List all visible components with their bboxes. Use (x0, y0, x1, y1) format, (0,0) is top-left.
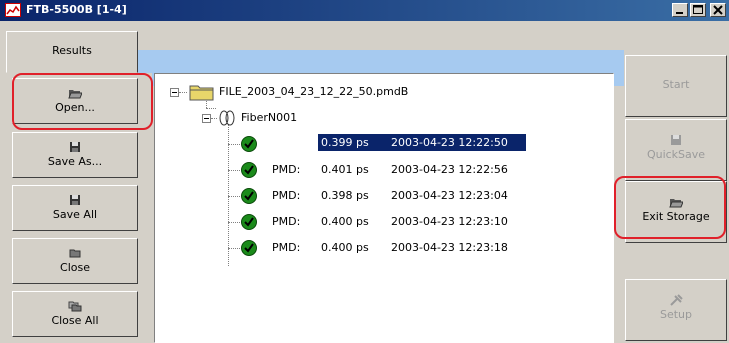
tab-bar: Results (0, 21, 624, 86)
pmd-value: 0.401 ps (321, 163, 369, 176)
save-as-label: Save As... (47, 155, 103, 168)
floppy-icon (13, 141, 137, 153)
collapse-toggle[interactable] (170, 88, 179, 97)
close-button[interactable]: Close (12, 238, 138, 284)
close-label: Close (60, 261, 90, 274)
minimize-button[interactable] (672, 3, 688, 17)
setup-button[interactable]: Setup (625, 279, 727, 341)
pmd-label: PMD: (272, 189, 301, 202)
check-icon (241, 214, 257, 230)
save-all-button[interactable]: Save All (12, 185, 138, 231)
tree-connector (228, 124, 229, 266)
tab-results[interactable]: Results (6, 31, 138, 73)
title-bar: FTB-5500B [1-4] (0, 0, 729, 21)
check-icon (241, 162, 257, 178)
floppy-icon (626, 134, 726, 146)
pmd-date: 2003-04-23 12:22:50 (391, 136, 508, 149)
window-title: FTB-5500B [1-4] (26, 3, 127, 16)
pmd-value: 0.400 ps (321, 241, 369, 254)
tree-connector (228, 196, 240, 197)
pmd-value: 0.398 ps (321, 189, 369, 202)
close-all-button[interactable]: Close All (12, 291, 138, 337)
start-button[interactable]: Start (625, 55, 727, 117)
quicksave-label: QuickSave (646, 148, 706, 161)
pmd-label: PMD: (272, 136, 301, 149)
tree-connector (228, 222, 240, 223)
folder-icon (13, 247, 137, 259)
check-icon (241, 136, 257, 152)
tools-icon (626, 294, 726, 306)
folders-icon (13, 300, 137, 312)
start-label: Start (662, 78, 690, 91)
quicksave-button[interactable]: QuickSave (625, 119, 727, 181)
pmd-date: 2003-04-23 12:23:10 (391, 215, 508, 228)
annotation-highlight-exit-storage (614, 176, 726, 239)
tree-connector (228, 170, 240, 171)
pmd-date: 2003-04-23 12:23:04 (391, 189, 508, 202)
check-icon (241, 240, 257, 256)
results-tree: FILE_2003_04_23_12_22_50.pmdB FiberN001 … (154, 73, 614, 343)
pmd-date: 2003-04-23 12:22:56 (391, 163, 508, 176)
close-window-button[interactable] (710, 3, 726, 17)
collapse-toggle[interactable] (202, 114, 211, 123)
tree-connector (179, 92, 187, 93)
setup-label: Setup (659, 308, 693, 321)
fiber-node-label[interactable]: FiberN001 (241, 111, 297, 124)
pmd-value: 0.399 ps (321, 136, 369, 149)
save-all-label: Save All (52, 208, 98, 221)
annotation-highlight-open (12, 73, 153, 130)
fiber-icon (218, 109, 236, 130)
pmd-label: PMD: (272, 215, 301, 228)
tree-connector (206, 108, 216, 109)
check-icon (241, 188, 257, 204)
maximize-button[interactable] (690, 3, 706, 17)
file-node-label[interactable]: FILE_2003_04_23_12_22_50.pmdB (219, 85, 408, 98)
pmd-label: PMD: (272, 163, 301, 176)
floppy-icon (13, 194, 137, 206)
pmd-value: 0.400 ps (321, 215, 369, 228)
tree-connector (211, 118, 217, 119)
pmd-date: 2003-04-23 12:23:18 (391, 241, 508, 254)
pmd-label: PMD: (272, 241, 301, 254)
save-as-button[interactable]: Save As... (12, 132, 138, 178)
folder-icon (189, 83, 215, 104)
app-icon (5, 3, 21, 17)
close-all-label: Close All (51, 314, 99, 327)
tree-connector (228, 144, 240, 145)
tree-connector (228, 248, 240, 249)
